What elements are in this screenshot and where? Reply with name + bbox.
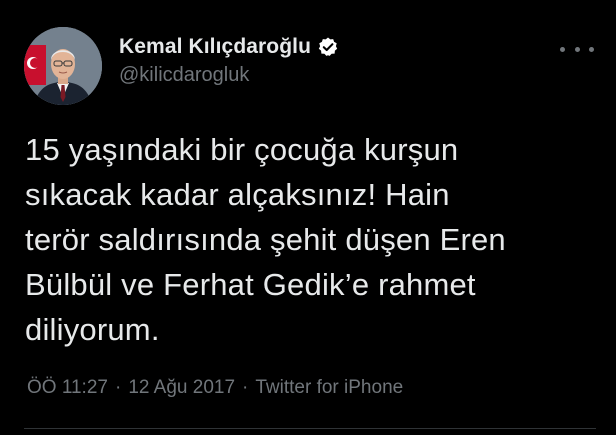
meta-separator: · xyxy=(242,377,249,398)
tweet-text-line: diliyorum. xyxy=(25,312,160,347)
author-display-name[interactable]: Kemal Kılıçdaroğlu xyxy=(119,35,311,59)
meta-separator: · xyxy=(114,377,122,398)
tweet-text: 15 yaşındaki bir çocuğa kurşun sıkacak k… xyxy=(25,127,595,352)
name-row: Kemal Kılıçdaroğlu xyxy=(119,34,339,60)
tweet-text-line: Bülbül ve Ferhat Gedik’e rahmet xyxy=(25,267,476,302)
tweet-text-line: terör saldırısında şehit düşen Eren xyxy=(25,222,506,257)
tweet-card: Kemal Kılıçdaroğlu @kilicdarogluk 15 yaş… xyxy=(0,0,616,435)
author-handle[interactable]: @kilicdarogluk xyxy=(119,64,339,87)
tweet-time[interactable]: ÖÖ 11:27 xyxy=(27,377,108,399)
avatar[interactable] xyxy=(24,27,102,105)
tweet-source[interactable]: Twitter for iPhone xyxy=(255,377,403,399)
more-options-icon[interactable] xyxy=(560,42,594,56)
verified-badge-icon xyxy=(317,36,339,58)
tweet-text-line: sıkacak kadar alçaksınız! Hain xyxy=(25,177,450,212)
divider xyxy=(24,428,596,429)
more-dot xyxy=(574,46,580,52)
profile-photo-icon xyxy=(24,27,102,105)
tweet-text-line: 15 yaşındaki bir çocuğa kurşun xyxy=(25,132,459,167)
tweet-meta: ÖÖ 11:27 · 12 Ağu 2017 · Twitter for iPh… xyxy=(27,377,403,399)
tweet-date[interactable]: 12 Ağu 2017 xyxy=(128,377,235,399)
more-dot xyxy=(560,46,565,52)
more-dot xyxy=(589,46,594,52)
author-info: Kemal Kılıçdaroğlu @kilicdarogluk xyxy=(119,34,339,87)
